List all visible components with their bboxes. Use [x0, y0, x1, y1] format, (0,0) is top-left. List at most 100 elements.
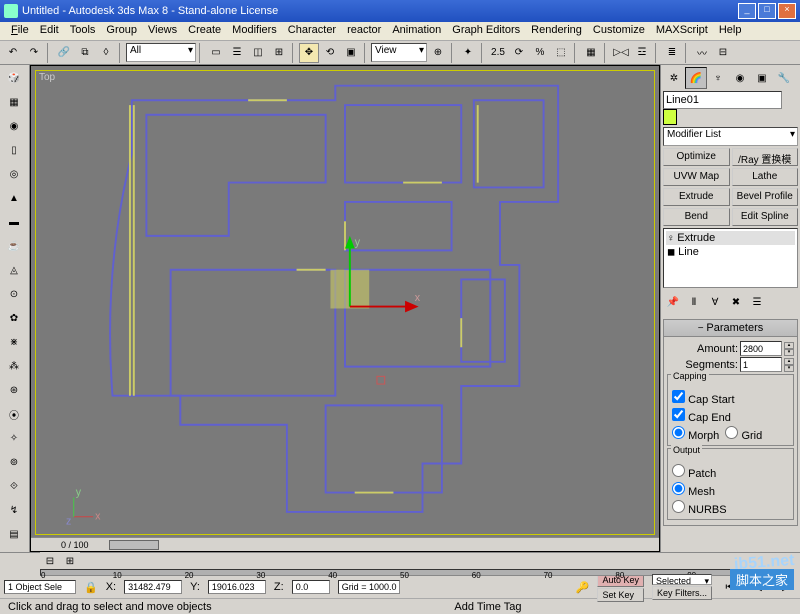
menu-modifiers[interactable]: Modifiers: [229, 24, 280, 38]
lathe-button[interactable]: Lathe: [732, 168, 799, 186]
patch-radio[interactable]: Patch: [671, 463, 790, 481]
selection-filter[interactable]: All: [126, 43, 196, 62]
tube-icon[interactable]: ⊙: [2, 283, 26, 305]
menu-create[interactable]: Create: [185, 24, 224, 38]
viewport-scrollbar[interactable]: 0 / 100: [31, 537, 659, 551]
add-time-tag[interactable]: Add Time Tag: [454, 601, 521, 613]
morph-radio[interactable]: Morph Grid: [671, 425, 790, 443]
hierarchy-tab-icon[interactable]: ♆: [707, 67, 729, 89]
seg-down[interactable]: ▾: [784, 365, 794, 372]
plane-icon[interactable]: ▬: [2, 211, 26, 233]
misc6-icon[interactable]: ✧: [2, 427, 26, 449]
bind-button[interactable]: ◊: [96, 43, 116, 63]
stack-item-line[interactable]: ◼ Line: [666, 245, 795, 259]
viewport[interactable]: Top: [30, 65, 660, 552]
close-button[interactable]: ×: [778, 3, 796, 19]
bevel-button[interactable]: Bevel Profile: [732, 188, 799, 206]
menu-animation[interactable]: Animation: [389, 24, 444, 38]
modifier-stack[interactable]: ♀ Extrude ◼ Line: [663, 228, 798, 288]
capstart-checkbox[interactable]: Cap Start: [671, 389, 790, 407]
select-name-button[interactable]: ☰: [227, 43, 247, 63]
keyfilters-button[interactable]: Key Filters...: [652, 586, 712, 600]
select-move-button[interactable]: ✥: [299, 43, 319, 63]
cylinder-icon[interactable]: ▯: [2, 139, 26, 161]
misc5-icon[interactable]: ⦿: [2, 403, 26, 425]
sphere-icon[interactable]: ◉: [2, 115, 26, 137]
minimize-button[interactable]: _: [738, 3, 756, 19]
menu-tools[interactable]: Tools: [67, 24, 99, 38]
optimize-button[interactable]: Optimize: [663, 148, 730, 166]
key-icon[interactable]: 🔑: [576, 581, 590, 594]
amount-up[interactable]: ▴: [784, 342, 794, 349]
utilities-tab-icon[interactable]: 🔧: [773, 67, 795, 89]
misc3-icon[interactable]: ⁂: [2, 355, 26, 377]
stack-item-extrude[interactable]: ♀ Extrude: [666, 231, 795, 245]
scrollbar-thumb[interactable]: [109, 540, 159, 550]
reactor-tab-icon[interactable]: 🎲: [2, 67, 26, 89]
pyramid-icon[interactable]: ◬: [2, 259, 26, 281]
setkey-button[interactable]: Set Key: [597, 588, 644, 602]
menu-group[interactable]: Group: [103, 24, 140, 38]
layer-button[interactable]: ≣: [662, 43, 682, 63]
mesh-radio[interactable]: Mesh: [671, 481, 790, 499]
x-field[interactable]: [124, 580, 182, 594]
show-result-icon[interactable]: Ⅱ: [684, 292, 704, 312]
ray-button[interactable]: /Ray 置换模式: [732, 148, 799, 166]
menu-views[interactable]: Views: [145, 24, 180, 38]
capend-checkbox[interactable]: Cap End: [671, 407, 790, 425]
modify-tab-icon[interactable]: 🌈: [685, 67, 707, 89]
menu-customize[interactable]: Customize: [590, 24, 648, 38]
menu-character[interactable]: Character: [285, 24, 339, 38]
timeline-key2-icon[interactable]: ⊞: [60, 551, 80, 571]
amount-spinner[interactable]: [740, 341, 782, 356]
percent-snap-button[interactable]: %: [530, 43, 550, 63]
timeline-key-icon[interactable]: ⊟: [40, 551, 60, 571]
seg-up[interactable]: ▴: [784, 358, 794, 365]
configure-sets-icon[interactable]: ☰: [747, 292, 767, 312]
modifier-list-dropdown[interactable]: Modifier List: [663, 127, 798, 146]
misc10-icon[interactable]: ▤: [2, 523, 26, 545]
remove-modifier-icon[interactable]: ✖: [726, 292, 746, 312]
spinner-snap-button[interactable]: ⬚: [551, 43, 571, 63]
object-name-input[interactable]: [663, 91, 782, 109]
make-unique-icon[interactable]: ∀: [705, 292, 725, 312]
menu-grapheditors[interactable]: Graph Editors: [449, 24, 523, 38]
misc9-icon[interactable]: ↯: [2, 499, 26, 521]
uvwmap-button[interactable]: UVW Map: [663, 168, 730, 186]
redo-button[interactable]: ↷: [24, 43, 44, 63]
misc7-icon[interactable]: ⊚: [2, 451, 26, 473]
select-rotate-button[interactable]: ⟲: [320, 43, 340, 63]
torus-icon[interactable]: ◎: [2, 163, 26, 185]
misc2-icon[interactable]: ⋇: [2, 331, 26, 353]
link-button[interactable]: 🔗: [54, 43, 74, 63]
select-button[interactable]: ▭: [206, 43, 226, 63]
menu-file[interactable]: FFileile: [8, 24, 32, 38]
undo-button[interactable]: ↶: [3, 43, 23, 63]
unlink-button[interactable]: ⧉: [75, 43, 95, 63]
curve-editor-button[interactable]: 〰: [692, 43, 712, 63]
amount-down[interactable]: ▾: [784, 349, 794, 356]
parameters-header[interactable]: − Parameters: [664, 320, 797, 337]
pivot-button[interactable]: ⊕: [428, 43, 448, 63]
editspline-button[interactable]: Edit Spline: [732, 208, 799, 226]
misc4-icon[interactable]: ⊛: [2, 379, 26, 401]
cone-icon[interactable]: ▲: [2, 187, 26, 209]
misc8-icon[interactable]: ⟐: [2, 475, 26, 497]
angle-snap-button[interactable]: ⟳: [509, 43, 529, 63]
schematic-button[interactable]: ⊟: [713, 43, 733, 63]
extrude-button[interactable]: Extrude: [663, 188, 730, 206]
keymode-dropdown[interactable]: Selected: [652, 574, 712, 585]
snap-toggle[interactable]: 2.5: [488, 43, 508, 63]
menu-rendering[interactable]: Rendering: [528, 24, 585, 38]
misc1-icon[interactable]: ✿: [2, 307, 26, 329]
cube-icon[interactable]: ▦: [2, 91, 26, 113]
display-tab-icon[interactable]: ▣: [751, 67, 773, 89]
nurbs-radio[interactable]: NURBS: [671, 499, 790, 517]
select-manipulate-button[interactable]: ✦: [458, 43, 478, 63]
align-button[interactable]: ☲: [632, 43, 652, 63]
z-field[interactable]: [292, 580, 330, 594]
lock-icon[interactable]: 🔒: [84, 581, 98, 594]
window-crossing-button[interactable]: ⊞: [269, 43, 289, 63]
mirror-button[interactable]: ▷◁: [611, 43, 631, 63]
y-field[interactable]: [208, 580, 266, 594]
